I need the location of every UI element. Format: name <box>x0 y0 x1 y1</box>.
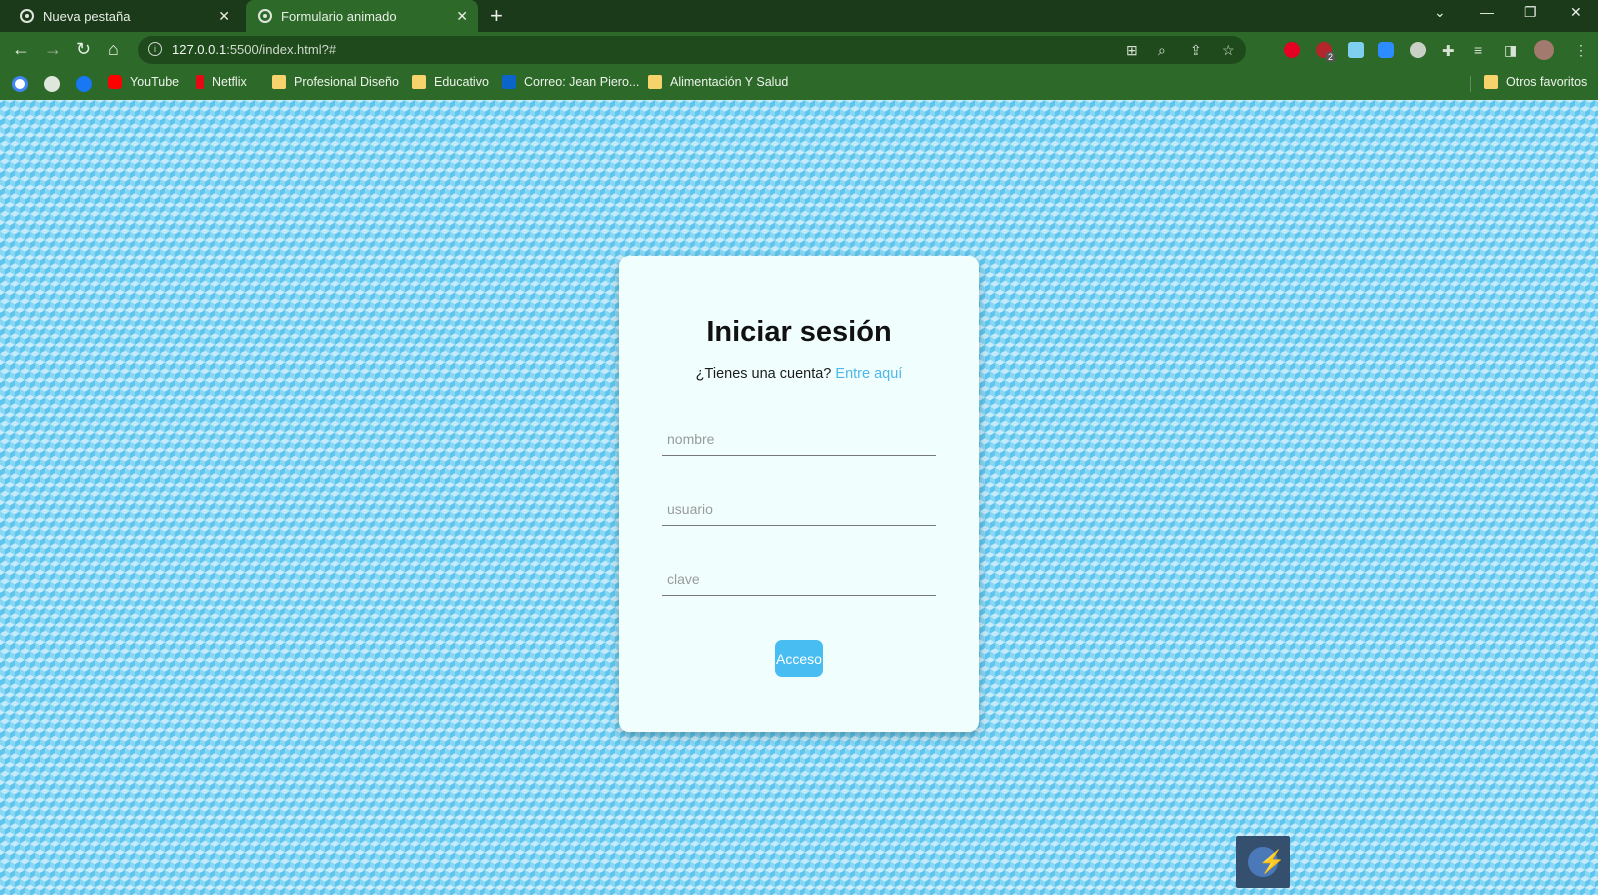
menu-kebab-icon[interactable]: ⋮ <box>1574 42 1588 59</box>
netflix-icon <box>196 75 204 89</box>
bookmark-label: YouTube <box>130 75 180 89</box>
site-info-icon[interactable]: i <box>148 42 162 56</box>
page-background: Iniciar sesión ¿Tienes una cuenta? Entre… <box>0 100 1598 895</box>
outlook-icon <box>502 75 516 89</box>
login-card: Iniciar sesión ¿Tienes una cuenta? Entre… <box>619 256 979 732</box>
pinterest-icon[interactable] <box>1284 42 1300 58</box>
facebook-icon[interactable] <box>76 76 92 92</box>
tab-label: Formulario animado <box>281 8 397 24</box>
new-tab-button[interactable]: + <box>490 3 503 29</box>
bookmark-star-icon[interactable]: ☆ <box>1222 42 1235 59</box>
bookmark-label: Netflix <box>212 75 247 89</box>
restore-icon[interactable]: ❐ <box>1524 4 1537 21</box>
youtube-icon <box>108 75 122 89</box>
minimize-icon[interactable]: — <box>1480 4 1494 20</box>
google-icon[interactable] <box>12 76 28 92</box>
close-icon[interactable]: ✕ <box>218 8 230 24</box>
tab-label: Nueva pestaña <box>43 8 131 24</box>
lightning-icon: ⚡ <box>1248 847 1285 877</box>
address-bar[interactable]: i 127.0.0.1:5500/index.html?# ⊞ ⌕ ⇪ ☆ <box>138 36 1246 64</box>
zoom-app-icon[interactable] <box>1378 42 1394 58</box>
bookmark-educativo[interactable]: Educativo <box>412 75 489 89</box>
bookmark-otros-favoritos[interactable]: Otros favoritos <box>1484 75 1587 89</box>
account-prompt: ¿Tienes una cuenta? Entre aquí <box>619 366 979 382</box>
tab-formulario-animado[interactable]: Formulario animado ✕ <box>246 0 478 32</box>
folder-icon <box>648 75 662 89</box>
bookmark-label: Alimentación Y Salud <box>670 75 789 89</box>
tab-nueva-pestana[interactable]: Nueva pestaña ✕ <box>8 0 240 32</box>
acceso-button[interactable]: Acceso <box>775 640 823 677</box>
folder-icon <box>1484 75 1498 89</box>
translate-icon[interactable]: ⊞ <box>1126 42 1138 59</box>
bookmarks-bar: YouTube Netflix Profesional Diseño Educa… <box>0 68 1598 100</box>
bookmark-label: Correo: Jean Piero... <box>524 75 640 89</box>
bookmarks-divider <box>1470 76 1471 92</box>
share-icon[interactable]: ⇪ <box>1190 42 1202 59</box>
floating-extension-widget[interactable]: ⚡ <box>1236 836 1290 888</box>
back-icon[interactable]: ← <box>12 39 30 59</box>
folder-icon <box>272 75 286 89</box>
globe-icon <box>258 9 272 23</box>
url-path: :5500/index.html?# <box>226 42 337 57</box>
chrome-icon <box>20 9 34 23</box>
window-close-icon[interactable]: ✕ <box>1570 4 1582 21</box>
page-title: Iniciar sesión <box>706 316 892 348</box>
bookmark-youtube[interactable]: YouTube <box>108 75 179 89</box>
url-text[interactable]: 127.0.0.1:5500/index.html?# <box>172 42 336 57</box>
globe-icon[interactable] <box>44 76 60 92</box>
bookmark-label: Otros favoritos <box>1506 75 1588 89</box>
usuario-input[interactable] <box>662 492 936 526</box>
reload-icon[interactable]: ↻ <box>76 39 91 59</box>
screen-record-icon[interactable] <box>1410 42 1426 58</box>
color-picker-icon[interactable] <box>1348 42 1364 58</box>
tab-search-icon[interactable]: ⌄ <box>1434 4 1446 21</box>
bookmark-alimentacion[interactable]: Alimentación Y Salud <box>648 75 788 89</box>
url-host: 127.0.0.1 <box>172 42 227 57</box>
bookmark-profesional-diseno[interactable]: Profesional Diseño <box>272 75 399 89</box>
avatar[interactable] <box>1534 40 1554 60</box>
prompt-text: ¿Tienes una cuenta? <box>695 366 832 382</box>
tab-strip: Nueva pestaña ✕ Formulario animado ✕ + ⌄… <box>0 0 1598 32</box>
extension-badge: 2 <box>1326 52 1336 62</box>
forward-icon[interactable]: → <box>44 39 62 59</box>
browser-toolbar: ← → ↻ ⌂ i 127.0.0.1:5500/index.html?# ⊞ … <box>0 32 1598 68</box>
clave-input[interactable] <box>662 562 936 596</box>
bookmark-correo[interactable]: Correo: Jean Piero... <box>502 75 639 89</box>
folder-icon <box>412 75 426 89</box>
nombre-input[interactable] <box>662 422 936 456</box>
zoom-icon[interactable]: ⌕ <box>1158 42 1166 59</box>
bookmark-label: Profesional Diseño <box>294 75 399 89</box>
side-panel-icon[interactable]: ◨ <box>1504 42 1517 59</box>
reading-list-icon[interactable]: ≡ <box>1474 42 1482 58</box>
home-icon[interactable]: ⌂ <box>108 39 119 59</box>
bookmark-label: Educativo <box>434 75 489 89</box>
extensions-puzzle-icon[interactable]: ✚ <box>1442 42 1455 60</box>
close-icon[interactable]: ✕ <box>456 8 468 24</box>
login-link[interactable]: Entre aquí <box>835 366 902 382</box>
bookmark-netflix[interactable]: Netflix <box>196 75 247 89</box>
